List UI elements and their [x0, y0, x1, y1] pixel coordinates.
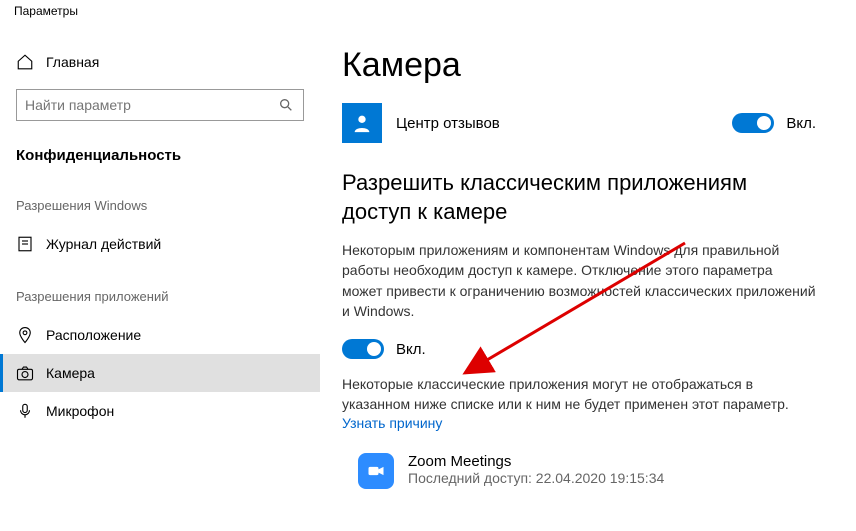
- classic-toggle-wrap: Вкл.: [342, 339, 816, 359]
- section-apps: Разрешения приложений: [0, 289, 320, 304]
- learn-more-link[interactable]: Узнать причину: [342, 415, 816, 431]
- search-container: [0, 89, 320, 121]
- zoom-last-access: Последний доступ: 22.04.2020 19:15:34: [408, 470, 664, 486]
- zoom-app-icon: [358, 453, 394, 489]
- page-title: Камера: [342, 46, 816, 85]
- main-panel: Камера Центр отзывов Вкл. Разрешить клас…: [320, 28, 856, 531]
- nav-location-label: Расположение: [46, 327, 141, 343]
- content: Главная Конфиденциальность Разрешения Wi…: [0, 28, 856, 531]
- search-box[interactable]: [16, 89, 304, 121]
- nav-microphone[interactable]: Микрофон: [0, 392, 320, 430]
- nav-home[interactable]: Главная: [0, 43, 320, 81]
- feedback-app-icon: [342, 103, 382, 143]
- app-feedback-toggle-wrap: Вкл.: [732, 113, 816, 133]
- app-feedback-toggle[interactable]: [732, 113, 774, 133]
- app-feedback-toggle-label: Вкл.: [786, 115, 816, 132]
- home-icon: [16, 53, 34, 71]
- nav-home-label: Главная: [46, 54, 99, 70]
- zoom-text: Zoom Meetings Последний доступ: 22.04.20…: [408, 453, 664, 486]
- window-title: Параметры: [0, 0, 856, 28]
- nav-camera[interactable]: Камера: [0, 354, 320, 392]
- nav-camera-label: Камера: [46, 365, 95, 381]
- nav-microphone-label: Микрофон: [46, 403, 114, 419]
- activity-icon: [16, 235, 34, 253]
- camera-icon: [16, 364, 34, 382]
- zoom-name: Zoom Meetings: [408, 453, 664, 470]
- app-feedback-row: Центр отзывов Вкл.: [342, 103, 816, 143]
- classic-toggle[interactable]: [342, 339, 384, 359]
- search-input[interactable]: [25, 97, 277, 113]
- classic-desc: Некоторым приложениям и компонентам Wind…: [342, 240, 816, 321]
- search-icon: [277, 96, 295, 114]
- section-windows: Разрешения Windows: [0, 198, 320, 213]
- location-icon: [16, 326, 34, 344]
- classic-heading: Разрешить классическим приложениям досту…: [342, 169, 816, 226]
- classic-note: Некоторые классические приложения могут …: [342, 375, 816, 414]
- nav-location[interactable]: Расположение: [0, 316, 320, 354]
- sidebar: Главная Конфиденциальность Разрешения Wi…: [0, 28, 320, 531]
- nav-privacy: Конфиденциальность: [0, 139, 320, 172]
- nav-activity[interactable]: Журнал действий: [0, 225, 320, 263]
- microphone-icon: [16, 402, 34, 420]
- zoom-row: Zoom Meetings Последний доступ: 22.04.20…: [358, 453, 816, 489]
- app-feedback-label: Центр отзывов: [396, 115, 718, 132]
- nav-activity-label: Журнал действий: [46, 236, 161, 252]
- classic-toggle-label: Вкл.: [396, 341, 426, 358]
